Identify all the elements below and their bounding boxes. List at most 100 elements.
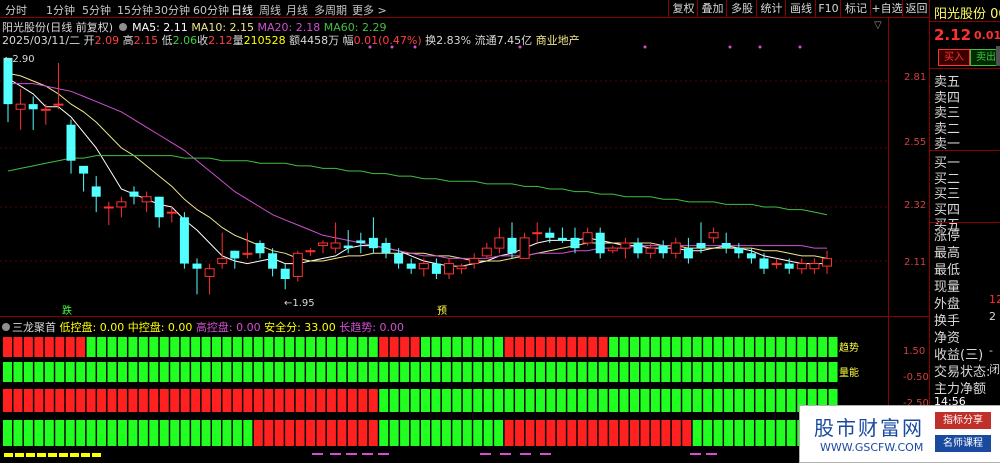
collapse-icon[interactable]: ▽ <box>874 20 886 31</box>
watermark-title: 股市财富网 <box>814 416 924 440</box>
candle-39 <box>494 227 505 254</box>
tab-period-2[interactable]: 5分钟 <box>82 2 111 18</box>
candle-52 <box>658 240 668 259</box>
price-axis-label-1: 2.55 <box>904 137 927 148</box>
candle-23 <box>292 250 303 282</box>
yellow-mark-0 <box>4 453 13 457</box>
marker-dot-3 <box>518 45 522 49</box>
candle-6 <box>79 165 89 192</box>
toolbar-button-2[interactable]: 多股 <box>726 0 757 17</box>
candle-46 <box>582 227 593 246</box>
watermark-url: WWW.GSCFW.COM <box>820 441 924 454</box>
toolbar-button-4[interactable]: 画线 <box>785 0 816 17</box>
candle-2 <box>28 96 38 130</box>
tab-period-9[interactable]: 多周期 <box>314 2 347 18</box>
tab-period-6[interactable]: 日线 <box>231 2 253 18</box>
tab-period-3[interactable]: 15分钟 <box>117 2 153 18</box>
candle-25 <box>318 240 328 254</box>
candle-47 <box>595 227 605 259</box>
candle-26 <box>330 222 341 254</box>
price-axis-label-0: 2.81 <box>904 72 927 83</box>
buy-button[interactable]: 买入 <box>938 49 970 66</box>
toolbar-button-6[interactable]: 标记 <box>840 0 871 17</box>
purple-mark-3 <box>362 453 373 455</box>
candle-53 <box>670 237 681 259</box>
signal-die: 跌 <box>62 304 72 315</box>
marker-dot-0 <box>368 45 372 49</box>
candle-41 <box>519 232 530 259</box>
marker-dot-7 <box>798 45 802 49</box>
purple-mark-4 <box>378 453 389 455</box>
candle-35 <box>444 258 454 279</box>
candle-16 <box>204 263 215 295</box>
ma-line-ma20 <box>8 83 827 259</box>
candle-24 <box>305 248 316 256</box>
tab-period-0[interactable]: 分时 <box>5 2 27 18</box>
candlestick-chart[interactable]: ←2.90 ←1.95 跌 预 <box>0 45 930 315</box>
indicator-panel[interactable]: 趋势量能中期 <box>0 332 930 461</box>
high-marker: ←2.90 <box>4 54 35 65</box>
marker-dot-5 <box>728 45 732 49</box>
candle-14 <box>179 212 189 269</box>
tab-period-8[interactable]: 月线 <box>286 2 308 18</box>
period-toolbar: 分时 1分钟 5分钟 15分钟 30分钟 60分钟 日线 周线 月线 多周期 更多 > 复权 叠加 多股… <box>0 0 929 18</box>
candle-55 <box>696 222 706 254</box>
purple-mark-1 <box>330 453 341 455</box>
toolbar-button-8[interactable]: 返回 <box>902 0 930 17</box>
candle-34 <box>431 258 441 279</box>
candle-22 <box>280 263 290 290</box>
toolbar-button-3[interactable]: 统计 <box>756 0 786 17</box>
indicator-row-label-1: 量能 <box>839 366 859 379</box>
indicator-settings-icon[interactable] <box>2 323 10 331</box>
candle-9 <box>116 196 127 218</box>
tab-period-4[interactable]: 30分钟 <box>154 2 190 18</box>
candle-19 <box>242 232 253 259</box>
tab-period-10[interactable]: 更多 > <box>352 2 387 18</box>
candle-20 <box>255 240 265 259</box>
candle-13 <box>166 207 177 223</box>
candle-29 <box>368 217 378 254</box>
yellow-mark-7 <box>81 453 90 457</box>
candle-63 <box>796 258 807 274</box>
marker-dot-4 <box>643 45 647 49</box>
candle-42 <box>532 222 543 243</box>
candle-49 <box>620 237 631 259</box>
sidebar-field-value-7: - <box>989 344 993 357</box>
sidebar-scrollbar[interactable] <box>996 46 1000 66</box>
toolbar-button-7[interactable]: +自选 <box>870 0 903 17</box>
candle-5 <box>66 119 76 174</box>
yellow-mark-1 <box>15 453 24 457</box>
quote-sidebar: 阳光股份 00 2.12 0.01 买入 卖出 卖五卖四卖三卖二卖一买一买二买三… <box>929 0 1000 461</box>
indicator-row-label-0: 趋势 <box>839 341 859 354</box>
site-watermark: 股市财富网 WWW.GSCFW.COM 指标分享 名师课程 <box>799 405 1000 463</box>
purple-mark-9 <box>690 453 701 455</box>
low-marker: ←1.95 <box>284 298 315 309</box>
candle-45 <box>570 227 580 254</box>
sidebar-change: 0.01 <box>974 29 1000 42</box>
indicator-row-2 <box>3 389 838 412</box>
purple-mark-8 <box>540 453 551 455</box>
candle-15 <box>192 258 202 295</box>
sidebar-field-value-5: 2 <box>989 310 996 323</box>
candle-12 <box>154 196 164 228</box>
candle-1 <box>15 88 26 130</box>
candle-10 <box>129 186 139 205</box>
sidebar-field-value-8: 闭 <box>989 363 1000 376</box>
indicator-row-1 <box>3 362 838 382</box>
toolbar-button-1[interactable]: 叠加 <box>697 0 727 17</box>
panel-separator <box>0 316 929 317</box>
candle-50 <box>633 237 643 259</box>
toolbar-button-5[interactable]: F10 <box>815 0 841 17</box>
yellow-mark-2 <box>26 453 35 457</box>
purple-mark-10 <box>706 453 717 455</box>
watermark-tag-courses: 名师课程 <box>935 435 991 452</box>
ma-settings-icon[interactable] <box>118 23 127 31</box>
candle-17 <box>217 232 228 269</box>
tab-period-7[interactable]: 周线 <box>259 2 281 18</box>
marker-dot-6 <box>758 45 762 49</box>
purple-mark-2 <box>346 453 357 455</box>
tab-period-1[interactable]: 1分钟 <box>46 2 75 18</box>
tab-period-5[interactable]: 60分钟 <box>193 2 229 18</box>
indicator-row-3 <box>3 420 838 446</box>
toolbar-button-0[interactable]: 复权 <box>668 0 698 17</box>
